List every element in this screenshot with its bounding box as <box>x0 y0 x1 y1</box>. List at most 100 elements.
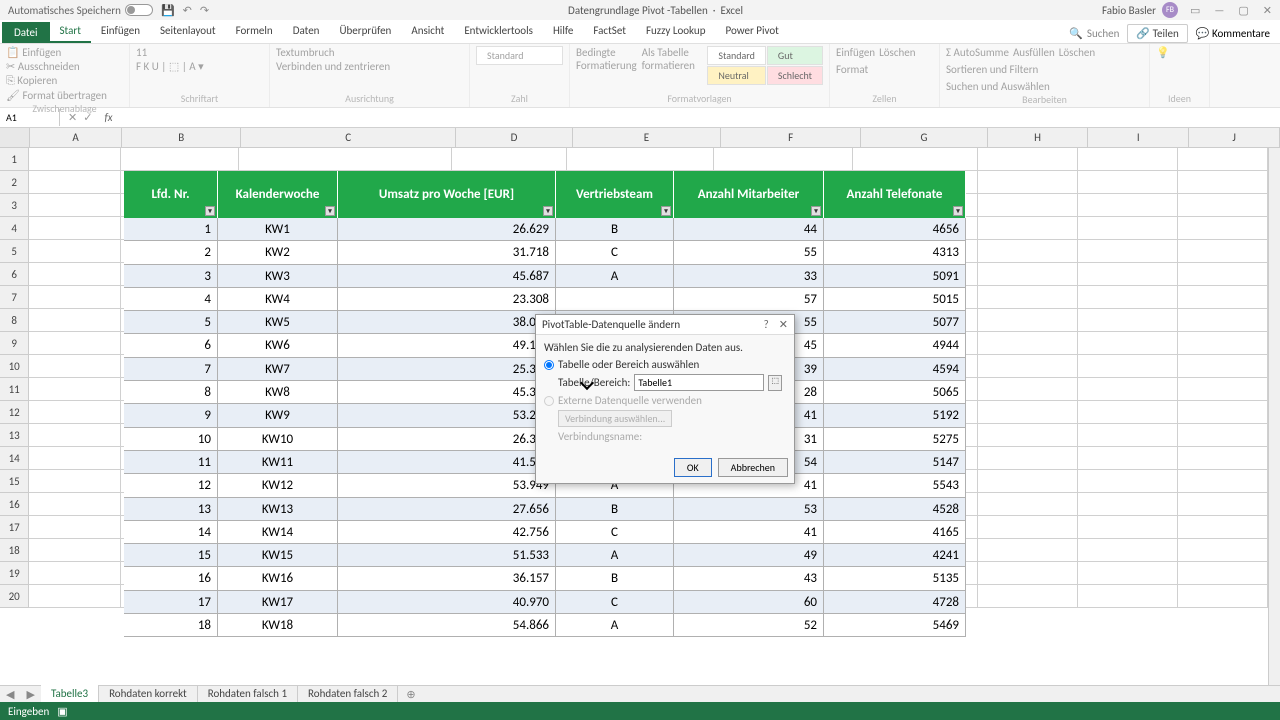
cell[interactable] <box>1178 286 1268 309</box>
tab-fuzzy lookup[interactable]: Fuzzy Lookup <box>636 20 716 43</box>
table-cell[interactable]: 10 <box>124 428 218 451</box>
cell[interactable] <box>1178 171 1268 194</box>
sheet-tab[interactable]: Rohdaten korrekt <box>99 685 198 704</box>
tab-formeln[interactable]: Formeln <box>226 20 283 43</box>
table-cell[interactable]: 53.298 <box>338 404 556 427</box>
table-cell[interactable]: C <box>556 591 674 614</box>
range-input[interactable] <box>634 374 764 391</box>
cell[interactable] <box>978 401 1078 424</box>
cell[interactable] <box>714 148 853 171</box>
format-cells[interactable]: Format <box>836 63 868 76</box>
maximize-icon[interactable]: ▢ <box>1238 4 1248 17</box>
cell[interactable] <box>1078 332 1178 355</box>
table-cell[interactable]: KW5 <box>218 311 338 334</box>
cell[interactable] <box>1078 194 1178 217</box>
cell[interactable] <box>1078 493 1178 516</box>
cell[interactable] <box>1078 240 1178 263</box>
table-cell[interactable]: 57 <box>674 288 824 311</box>
cell[interactable] <box>1178 148 1268 171</box>
table-cell[interactable]: 12 <box>124 474 218 497</box>
col-header-I[interactable]: I <box>1088 128 1189 147</box>
row-header[interactable]: 14 <box>0 447 29 470</box>
table-cell[interactable]: 36.157 <box>338 567 556 590</box>
table-cell[interactable]: 17 <box>124 591 218 614</box>
table-cell[interactable]: KW6 <box>218 334 338 357</box>
cell[interactable] <box>978 217 1078 240</box>
table-cell[interactable]: KW12 <box>218 474 338 497</box>
cell[interactable] <box>1178 447 1268 470</box>
cell[interactable] <box>978 539 1078 562</box>
table-cell[interactable]: 14 <box>124 521 218 544</box>
table-cell[interactable]: 5543 <box>824 474 966 497</box>
cell[interactable] <box>1178 263 1268 286</box>
table-cell[interactable]: KW7 <box>218 358 338 381</box>
table-cell[interactable]: 4528 <box>824 498 966 521</box>
cell[interactable] <box>29 263 121 286</box>
cell[interactable] <box>29 470 121 493</box>
dialog-close-icon[interactable]: ✕ <box>779 318 788 331</box>
cell[interactable] <box>1078 171 1178 194</box>
table-cell[interactable]: 23.308 <box>338 288 556 311</box>
table-cell[interactable] <box>556 288 674 311</box>
row-header[interactable]: 5 <box>0 240 29 263</box>
row-header[interactable]: 1 <box>0 148 29 171</box>
cell[interactable] <box>1078 217 1178 240</box>
cell[interactable] <box>978 263 1078 286</box>
row-header[interactable]: 20 <box>0 585 29 608</box>
table-cell[interactable]: 8 <box>124 381 218 404</box>
table-cell[interactable]: KW15 <box>218 544 338 567</box>
table-cell[interactable]: 26.629 <box>338 218 556 241</box>
tab-daten[interactable]: Daten <box>283 20 330 43</box>
delete-cells[interactable]: Löschen <box>879 46 915 59</box>
table-cell[interactable]: 45.687 <box>338 265 556 288</box>
cell[interactable] <box>978 332 1078 355</box>
table-cell[interactable]: 4656 <box>824 218 966 241</box>
cell[interactable] <box>567 148 714 171</box>
clear[interactable]: Löschen <box>1059 46 1095 59</box>
tab-power pivot[interactable]: Power Pivot <box>715 20 788 43</box>
row-header[interactable]: 2 <box>0 171 29 194</box>
comments-button[interactable]: 💬 Kommentare <box>1196 27 1270 40</box>
filter-icon[interactable]: ▾ <box>661 206 671 216</box>
table-cell[interactable]: 13 <box>124 498 218 521</box>
table-cell[interactable]: 4 <box>124 288 218 311</box>
sort-filter[interactable]: Sortieren und Filtern <box>946 63 1038 76</box>
table-cell[interactable]: KW2 <box>218 241 338 264</box>
cell[interactable] <box>29 539 121 562</box>
cell[interactable] <box>1178 332 1268 355</box>
cell[interactable] <box>1178 539 1268 562</box>
table-cell[interactable]: KW13 <box>218 498 338 521</box>
table-cell[interactable]: 4313 <box>824 241 966 264</box>
table-cell[interactable]: C <box>556 241 674 264</box>
table-cell[interactable]: KW10 <box>218 428 338 451</box>
cell[interactable] <box>1178 470 1268 493</box>
cell[interactable] <box>29 378 121 401</box>
cell[interactable] <box>978 240 1078 263</box>
font-size[interactable]: 11 <box>136 46 263 59</box>
range-ref-button[interactable]: ⬚ <box>768 375 782 391</box>
style-standard[interactable]: Standard <box>707 46 766 65</box>
add-sheet-button[interactable]: ⊕ <box>398 688 423 701</box>
table-header[interactable]: Anzahl Mitarbeiter▾ <box>674 171 824 218</box>
autosum[interactable]: Σ AutoSumme <box>946 46 1009 59</box>
col-header-D[interactable]: D <box>456 128 573 147</box>
table-cell[interactable]: 5065 <box>824 381 966 404</box>
tab-seitenlayout[interactable]: Seitenlayout <box>150 20 226 43</box>
cell[interactable] <box>29 493 121 516</box>
table-cell[interactable]: 15 <box>124 544 218 567</box>
filter-icon[interactable]: ▾ <box>811 206 821 216</box>
cell[interactable] <box>978 585 1078 608</box>
tab-file[interactable]: Datei <box>2 22 50 43</box>
cell[interactable] <box>1078 263 1178 286</box>
cell[interactable] <box>1178 217 1268 240</box>
cell[interactable] <box>1078 424 1178 447</box>
table-cell[interactable]: 5 <box>124 311 218 334</box>
minimize-icon[interactable]: — <box>1214 4 1224 17</box>
cell[interactable] <box>1178 562 1268 585</box>
cell[interactable] <box>29 447 121 470</box>
cell[interactable] <box>978 493 1078 516</box>
cell[interactable] <box>1078 309 1178 332</box>
col-header-G[interactable]: G <box>861 128 987 147</box>
cell[interactable] <box>452 148 567 171</box>
cell[interactable] <box>1178 240 1268 263</box>
